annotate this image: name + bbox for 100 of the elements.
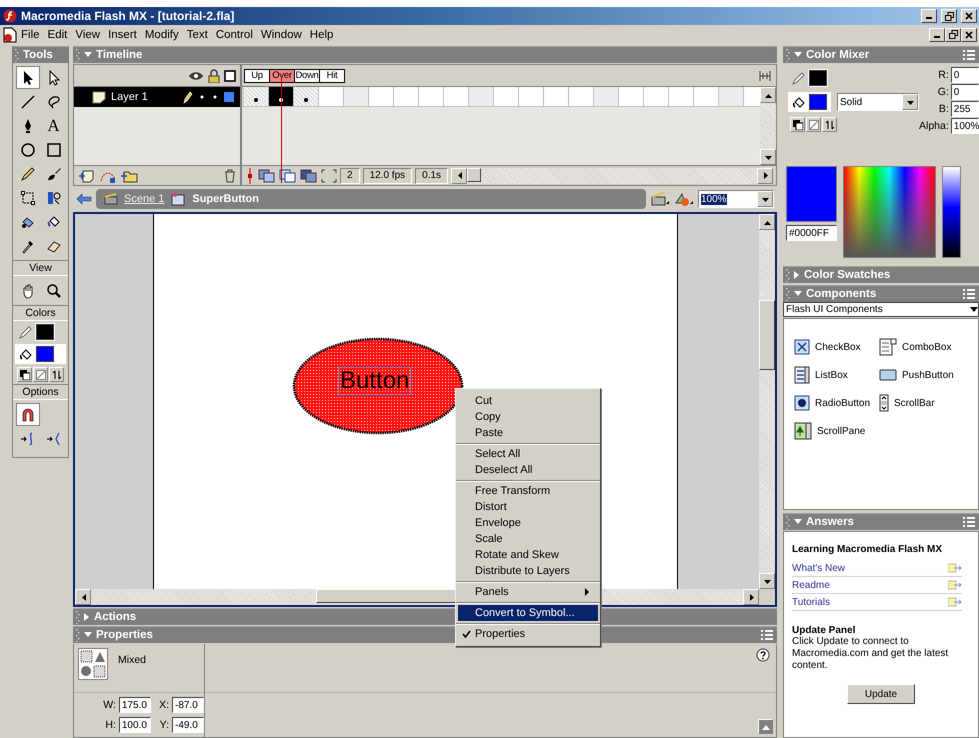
color-swatch[interactable] <box>809 94 827 110</box>
answers-link[interactable]: Tutorials <box>792 596 830 608</box>
no-color-button[interactable] <box>806 117 821 132</box>
menu-entry[interactable]: Scale <box>458 531 598 547</box>
component-item[interactable]: CheckBox <box>794 333 879 361</box>
default-colors-button[interactable] <box>790 117 805 132</box>
component-item[interactable]: ScrollPane <box>794 417 879 445</box>
menu-entry[interactable]: Deselect All <box>458 462 598 478</box>
swap-colors-button[interactable] <box>822 117 837 132</box>
brightness-bar[interactable] <box>942 166 961 258</box>
frame-cell[interactable] <box>469 87 494 106</box>
zoom-combo[interactable]: 100% <box>698 190 774 208</box>
magnet-tool-button[interactable] <box>16 403 40 426</box>
component-set-select[interactable]: Flash UI Components <box>783 302 979 317</box>
update-button[interactable]: Update <box>847 684 915 704</box>
close-button[interactable] <box>961 9 977 23</box>
panel-header[interactable]: Components <box>783 285 979 302</box>
y-field[interactable]: -49.0 <box>172 717 204 733</box>
answers-link[interactable]: Readme <box>792 580 830 590</box>
dropdown-button[interactable] <box>757 191 773 207</box>
fill-color-control[interactable] <box>15 344 66 364</box>
keyframe-cell[interactable] <box>269 87 294 106</box>
menu-entry[interactable]: Paste <box>458 425 598 441</box>
menu-entry[interactable]: Distribute to Layers <box>458 563 598 579</box>
frame-cell[interactable] <box>719 87 744 106</box>
menu-entry[interactable]: Convert to Symbol... <box>458 605 598 621</box>
x-field[interactable]: -87.0 <box>172 697 204 713</box>
frame-cell[interactable] <box>594 87 619 106</box>
frame-cell[interactable] <box>394 87 419 106</box>
panel-header[interactable]: Color Swatches <box>783 266 979 283</box>
frame-cell[interactable] <box>644 87 669 106</box>
menu-item[interactable]: View <box>71 28 104 40</box>
color-swatch[interactable] <box>36 324 54 340</box>
answers-link[interactable]: What's New <box>792 562 846 574</box>
scroll-up-button[interactable] <box>759 214 775 230</box>
scroll-up-button[interactable] <box>760 87 776 103</box>
width-field[interactable]: 175.0 <box>118 697 151 713</box>
height-field[interactable]: 100.0 <box>118 717 151 733</box>
dropdown-button[interactable] <box>902 94 918 110</box>
panel-header[interactable]: Timeline <box>73 46 777 63</box>
menu-item[interactable]: Modify <box>140 28 183 40</box>
frame-label[interactable]: Hit <box>319 68 345 82</box>
scroll-left-button[interactable] <box>75 589 91 605</box>
menu-entry[interactable]: Cut <box>458 393 598 409</box>
vertical-scrollbar[interactable] <box>760 87 776 165</box>
scroll-right-button[interactable] <box>743 589 759 605</box>
channel-field[interactable]: 0 <box>950 84 979 100</box>
panel-header[interactable]: Answers <box>783 513 979 530</box>
scroll-down-button[interactable] <box>760 149 776 165</box>
scroll-thumb[interactable] <box>759 300 775 370</box>
channel-field[interactable]: 0 <box>950 67 979 83</box>
menu-entry[interactable]: Envelope <box>458 515 598 531</box>
menu-item[interactable]: Insert <box>104 28 141 40</box>
menu-item[interactable]: Help <box>306 28 338 40</box>
menu-item[interactable]: Edit <box>44 28 72 40</box>
keyframe-cell[interactable] <box>244 87 269 106</box>
menu-entry[interactable]: Properties <box>458 626 598 642</box>
scroll-left-button[interactable] <box>451 168 468 184</box>
collapse-button[interactable] <box>758 719 773 734</box>
menu-entry[interactable]: Rotate and Skew <box>458 547 598 563</box>
frame-cell[interactable] <box>344 87 369 106</box>
restore-button[interactable] <box>945 28 961 42</box>
frame-label[interactable]: Over <box>269 68 295 82</box>
text-tool-button[interactable]: A <box>42 114 66 137</box>
frame-cell[interactable] <box>519 87 544 106</box>
minimize-button[interactable] <box>921 9 937 23</box>
hex-field[interactable]: #0000FF <box>786 225 837 241</box>
frame-cell[interactable] <box>694 87 719 106</box>
horizontal-scrollbar[interactable] <box>451 168 773 184</box>
component-item[interactable]: ComboBox <box>879 333 964 361</box>
frame-label[interactable]: Down <box>294 68 320 82</box>
menu-item[interactable]: Text <box>182 28 212 40</box>
default-colors-button[interactable] <box>17 367 32 382</box>
keyframe-cell[interactable] <box>294 87 319 106</box>
frame-cell[interactable] <box>619 87 644 106</box>
color-swatch[interactable] <box>36 346 54 362</box>
frame-cell[interactable] <box>319 87 344 106</box>
channel-field[interactable]: 255 <box>950 101 979 117</box>
color-swatch[interactable] <box>809 70 827 86</box>
fill-color-control[interactable] <box>788 92 831 112</box>
frame-cell[interactable] <box>569 87 594 106</box>
menu-item[interactable]: Window <box>256 28 306 40</box>
scroll-thumb[interactable] <box>467 168 482 182</box>
component-item[interactable]: ScrollBar <box>879 389 964 417</box>
menu-item[interactable]: Control <box>212 28 257 40</box>
scroll-right-button[interactable] <box>757 168 773 184</box>
menu-entry[interactable]: Distort <box>458 499 598 515</box>
frame-cell[interactable] <box>444 87 469 106</box>
frame-label[interactable]: Up <box>244 68 270 82</box>
minimize-button[interactable] <box>929 28 945 42</box>
menu-entry[interactable]: Free Transform <box>458 483 598 499</box>
vertical-scrollbar[interactable] <box>759 214 775 589</box>
frame-cell[interactable] <box>544 87 569 106</box>
channel-field[interactable]: 100% <box>950 118 979 134</box>
frame-cell[interactable] <box>669 87 694 106</box>
arrow-tool-button[interactable] <box>16 66 40 89</box>
fill-type-select[interactable]: Solid <box>837 93 919 111</box>
component-item[interactable]: PushButton <box>879 361 964 389</box>
color-spectrum[interactable] <box>843 166 936 258</box>
close-button[interactable] <box>961 28 977 42</box>
